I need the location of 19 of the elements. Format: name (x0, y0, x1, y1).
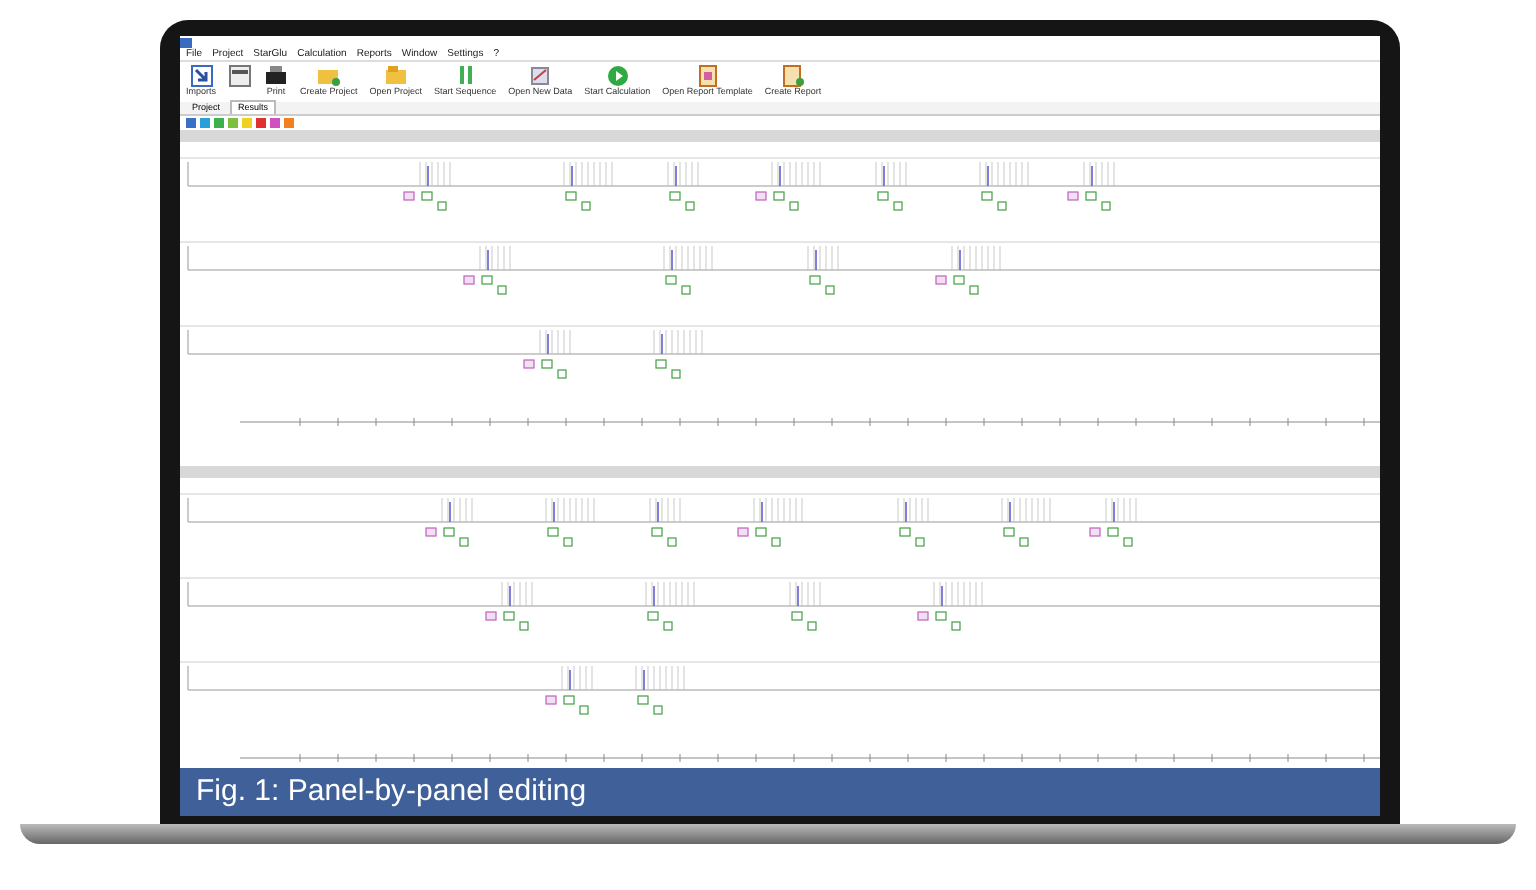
color-swatch[interactable] (186, 118, 196, 128)
color-swatch[interactable] (284, 118, 294, 128)
report-new-icon (780, 64, 805, 88)
print-icon (264, 64, 289, 88)
figure-caption: Fig. 1: Panel-by-panel editing (180, 768, 1380, 816)
color-swatch[interactable] (256, 118, 266, 128)
play-icon (605, 64, 630, 88)
color-swatch[interactable] (242, 118, 252, 128)
app-icon (180, 37, 192, 47)
import-icon (189, 64, 213, 88)
data-icon (528, 64, 553, 88)
color-swatch[interactable] (200, 118, 210, 128)
report-icon (695, 64, 720, 88)
color-swatch[interactable] (270, 118, 280, 128)
color-swatch[interactable] (228, 118, 238, 128)
color-swatch[interactable] (214, 118, 224, 128)
sheet-icon (228, 64, 253, 88)
folder-icon (383, 64, 408, 88)
folder-new-icon (316, 64, 341, 88)
